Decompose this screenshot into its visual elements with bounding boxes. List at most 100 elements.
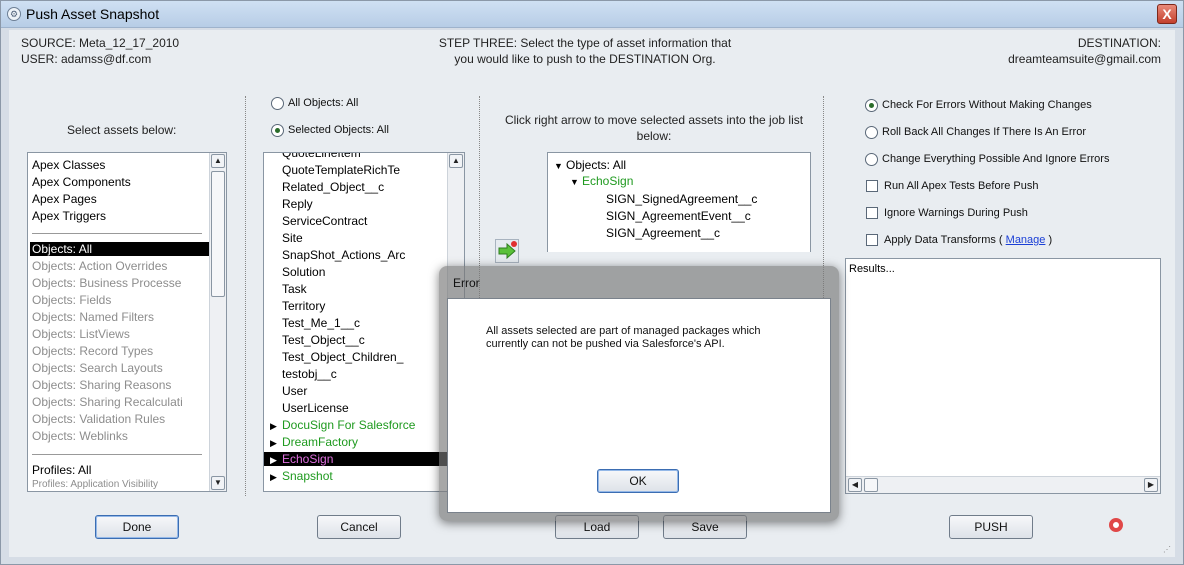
- tree-root-label: Objects: All: [566, 158, 627, 172]
- tree-item[interactable]: QuoteTemplateRichTe: [282, 163, 400, 177]
- list-item[interactable]: Objects: Named Filters: [32, 310, 154, 324]
- tree-package-echosign[interactable]: ▶ EchoSign: [264, 452, 454, 466]
- tree-item[interactable]: Site: [282, 231, 303, 245]
- move-right-button[interactable]: [495, 239, 519, 263]
- change-everything-radio[interactable]: [865, 153, 878, 166]
- tree-package-docusign[interactable]: ▶ DocuSign For Salesforce: [270, 418, 415, 432]
- tree-package-dreamfactory[interactable]: ▶ DreamFactory: [270, 435, 358, 449]
- close-button[interactable]: X: [1157, 4, 1177, 24]
- results-label: Results...: [849, 263, 895, 275]
- results-panel[interactable]: Results... ◀ ▶: [845, 258, 1161, 494]
- list-item[interactable]: Objects: Validation Rules: [32, 412, 165, 426]
- list-item[interactable]: Objects: Sharing Reasons: [32, 378, 171, 392]
- list-item[interactable]: Apex Components: [32, 175, 131, 189]
- list-item[interactable]: Objects: Business Processe: [32, 276, 181, 290]
- list-item[interactable]: Objects: ListViews: [32, 327, 130, 341]
- all-objects-radio[interactable]: [271, 97, 284, 110]
- tree-item[interactable]: Reply: [282, 197, 313, 211]
- check-errors-radio[interactable]: [865, 99, 878, 112]
- list-item[interactable]: Objects: Fields: [32, 293, 111, 307]
- expand-triangle-icon[interactable]: ▶: [270, 421, 282, 432]
- job-list-tree[interactable]: ▼ Objects: All ▼ EchoSign SIGN_SignedAgree…: [547, 152, 811, 252]
- run-apex-tests-checkbox[interactable]: [866, 180, 878, 192]
- list-item[interactable]: Objects: Sharing Recalculati: [32, 395, 183, 409]
- tree-package-snapshot[interactable]: ▶ Snapshot: [270, 469, 333, 483]
- green-right-arrow-icon: [498, 241, 517, 260]
- ignore-warnings-checkbox[interactable]: [866, 207, 878, 219]
- manage-link[interactable]: Manage: [1006, 234, 1046, 246]
- tree-item[interactable]: Test_Me_1__c: [282, 316, 360, 330]
- package-label: DocuSign For Salesforce: [282, 418, 416, 432]
- scroll-up-icon[interactable]: ▲: [211, 154, 225, 168]
- expand-triangle-icon[interactable]: ▶: [270, 438, 282, 449]
- tree-item[interactable]: testobj__c: [282, 367, 337, 381]
- list-item[interactable]: Objects: Weblinks: [32, 429, 128, 443]
- job-tree-item[interactable]: SIGN_SignedAgreement__c: [606, 192, 757, 206]
- help-lifesaver-icon[interactable]: [1109, 518, 1123, 532]
- list-item[interactable]: Apex Classes: [32, 158, 105, 172]
- dialog-message-line-2: currently can not be pushed via Salesfor…: [486, 338, 725, 350]
- apply-transforms-label: Apply Data Transforms ( Manage ): [884, 234, 1052, 246]
- all-objects-label: All Objects: All: [288, 97, 359, 109]
- expand-triangle-icon[interactable]: ▶: [270, 472, 282, 483]
- selected-objects-radio[interactable]: [271, 124, 284, 137]
- tree-item[interactable]: ServiceContract: [282, 214, 367, 228]
- job-tree-root[interactable]: ▼ Objects: All: [554, 158, 626, 172]
- tree-item[interactable]: UserLicense: [282, 401, 349, 415]
- destination-block: DESTINATION: dreamteamsuite@gmail.com: [1008, 35, 1161, 67]
- scroll-left-icon[interactable]: ◀: [848, 478, 862, 492]
- destination-value: dreamteamsuite@gmail.com: [1008, 52, 1161, 66]
- tree-item[interactable]: QuoteLineItem: [282, 153, 361, 160]
- tree-item[interactable]: SnapShot_Actions_Arc: [282, 248, 405, 262]
- cancel-button[interactable]: Cancel: [317, 515, 401, 539]
- tree-item[interactable]: Solution: [282, 265, 325, 279]
- object-tree[interactable]: QuoteLineItem QuoteTemplateRichTe Relate…: [263, 152, 465, 492]
- divider: [32, 233, 202, 234]
- tree-item[interactable]: Task: [282, 282, 307, 296]
- step-line-2: you would like to push to the DESTINATIO…: [454, 52, 716, 66]
- list-item[interactable]: Apex Pages: [32, 192, 97, 206]
- job-tree-item[interactable]: SIGN_Agreement__c: [606, 226, 720, 240]
- collapse-triangle-icon[interactable]: ▼: [554, 161, 566, 171]
- tree-item[interactable]: Related_Object__c: [282, 180, 384, 194]
- ok-button[interactable]: OK: [597, 469, 679, 493]
- list-item-selected[interactable]: Objects: All: [30, 242, 209, 256]
- list-item[interactable]: Profiles: Application Visibility: [32, 479, 158, 490]
- tree-item[interactable]: Test_Object__c: [282, 333, 365, 347]
- tree-item[interactable]: Territory: [282, 299, 325, 313]
- scroll-up-icon[interactable]: ▲: [449, 154, 463, 168]
- tree-item[interactable]: Test_Object_Children_: [282, 350, 403, 364]
- scroll-right-icon[interactable]: ▶: [1144, 478, 1158, 492]
- apply-transforms-checkbox[interactable]: [866, 234, 878, 246]
- package-label: DreamFactory: [282, 435, 359, 449]
- resize-grip-icon[interactable]: ⋰: [1163, 545, 1173, 555]
- list-item[interactable]: Profiles: All: [32, 463, 91, 477]
- destination-label: DESTINATION:: [1077, 36, 1161, 50]
- list-item[interactable]: Objects: Record Types: [32, 344, 153, 358]
- scroll-thumb[interactable]: [864, 478, 878, 492]
- list-item[interactable]: Objects: Search Layouts: [32, 361, 163, 375]
- list-item[interactable]: Objects: Action Overrides: [32, 259, 167, 273]
- title-bar: ⚙ Push Asset Snapshot X: [1, 1, 1183, 28]
- results-hscrollbar[interactable]: ◀ ▶: [846, 476, 1160, 493]
- tree-item[interactable]: User: [282, 384, 307, 398]
- asset-list-scrollbar[interactable]: ▲ ▼: [209, 153, 226, 491]
- done-button[interactable]: Done: [95, 515, 179, 539]
- window-title: Push Asset Snapshot: [26, 6, 160, 22]
- collapse-triangle-icon[interactable]: ▼: [570, 177, 582, 187]
- package-label: EchoSign: [282, 452, 334, 466]
- rollback-radio[interactable]: [865, 126, 878, 139]
- list-item[interactable]: Apex Triggers: [32, 209, 106, 223]
- assets-heading: Select assets below:: [67, 123, 177, 137]
- source-label: SOURCE: Meta_12_17_2010: [21, 36, 180, 50]
- job-tree-package[interactable]: ▼ EchoSign: [570, 174, 633, 188]
- expand-triangle-icon[interactable]: ▶: [270, 455, 282, 466]
- apply-transforms-suffix: ): [1048, 234, 1053, 246]
- apply-transforms-text: Apply Data Transforms (: [884, 234, 1003, 246]
- asset-type-list[interactable]: Apex Classes Apex Components Apex Pages …: [27, 152, 227, 492]
- job-tree-item[interactable]: SIGN_AgreementEvent__c: [606, 209, 751, 223]
- push-button[interactable]: PUSH: [949, 515, 1033, 539]
- dialog-body: All assets selected are part of managed …: [447, 298, 831, 513]
- scroll-thumb[interactable]: [211, 171, 225, 297]
- scroll-down-icon[interactable]: ▼: [211, 476, 225, 490]
